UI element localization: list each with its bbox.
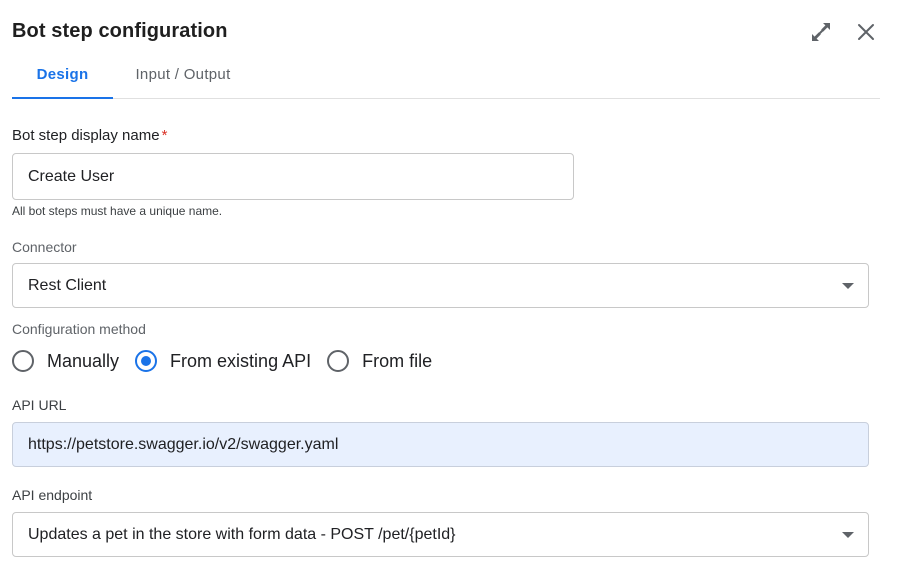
config-method-label: Configuration method	[12, 321, 146, 337]
display-name-helper: All bot steps must have a unique name.	[12, 204, 223, 218]
radio-from-file-label: From file	[362, 350, 433, 371]
config-method-radio-group: Manually From existing API From file	[12, 347, 448, 375]
connector-label: Connector	[12, 239, 77, 255]
api-endpoint-select[interactable]: Updates a pet in the store with form dat…	[12, 512, 869, 557]
tab-input-output[interactable]: Input / Output	[123, 56, 243, 98]
close-icon[interactable]	[854, 20, 878, 44]
radio-circle-icon	[327, 350, 350, 372]
tab-design[interactable]: Design	[12, 56, 113, 99]
radio-from-file[interactable]: From file	[327, 350, 432, 372]
display-name-label-text: Bot step display name	[12, 127, 160, 144]
connector-value: Rest Client	[28, 276, 107, 294]
chevron-down-icon	[842, 531, 854, 538]
api-url-label: API URL	[12, 397, 67, 413]
radio-manually-label: Manually	[47, 350, 120, 371]
display-name-value: Create User	[28, 167, 115, 185]
chevron-down-icon	[842, 282, 854, 289]
tab-bar: Design Input / Output	[12, 56, 880, 99]
api-url-value: https://petstore.swagger.io/v2/swagger.y…	[28, 435, 339, 453]
dialog-title: Bot step configuration	[12, 20, 228, 42]
connector-select[interactable]: Rest Client	[12, 263, 869, 308]
required-asterisk: *	[161, 127, 168, 144]
display-name-label: Bot step display name *	[12, 127, 167, 144]
radio-manually[interactable]: Manually	[12, 350, 119, 372]
api-endpoint-label: API endpoint	[12, 487, 93, 503]
radio-from-existing-api[interactable]: From existing API	[135, 350, 311, 372]
display-name-input[interactable]: Create User	[12, 153, 574, 200]
radio-checked-icon	[135, 350, 158, 372]
expand-icon[interactable]	[809, 20, 833, 44]
api-url-input[interactable]: https://petstore.swagger.io/v2/swagger.y…	[12, 422, 869, 467]
radio-from-existing-api-label: From existing API	[170, 350, 312, 371]
radio-circle-icon	[12, 350, 34, 372]
api-endpoint-value: Updates a pet in the store with form dat…	[28, 525, 456, 543]
